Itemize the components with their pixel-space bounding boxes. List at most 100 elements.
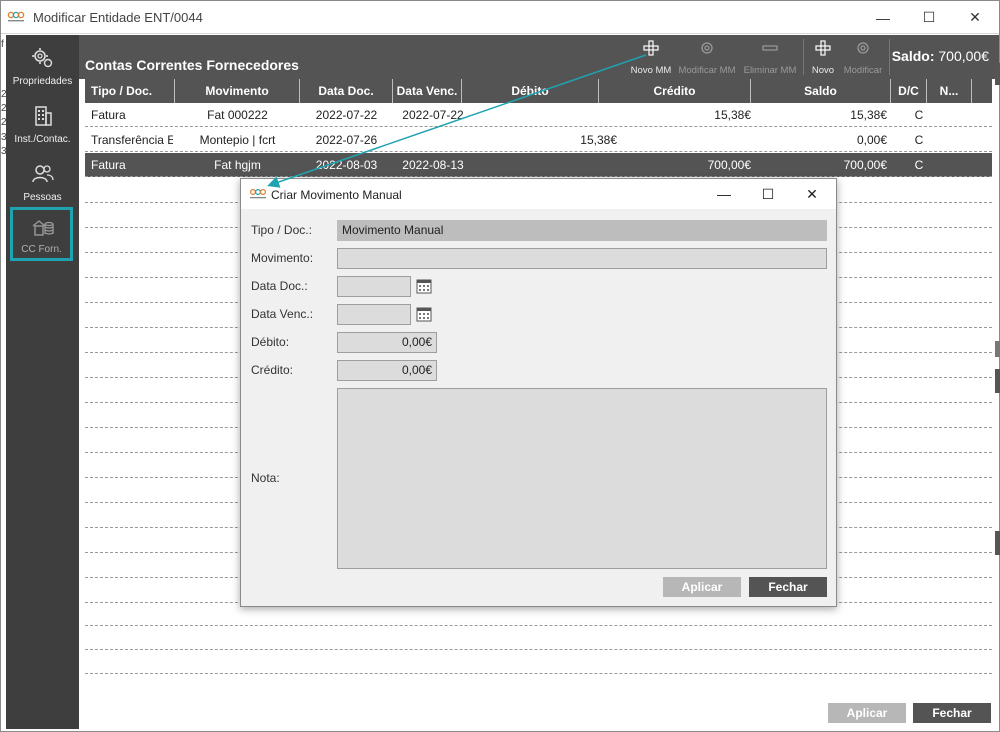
cell-credito: 15,38€: [714, 108, 751, 122]
cell-saldo: 700,00€: [843, 158, 887, 172]
cell-debito: [475, 153, 617, 177]
saldo-value: 700,00€: [938, 48, 989, 64]
modificar-button[interactable]: Modificar: [841, 39, 885, 77]
dialog-title: Criar Movimento Manual: [271, 188, 402, 202]
cell-tipo: Fatura: [91, 158, 126, 172]
toolbar-divider: [889, 39, 890, 75]
nota-label: Nota:: [251, 471, 280, 485]
column-header-movimento[interactable]: Movimento: [175, 79, 300, 103]
novo-label: Novo: [811, 65, 835, 76]
column-header-credito[interactable]: Crédito: [599, 79, 751, 103]
eliminar-mm-label: Eliminar MM: [743, 65, 797, 76]
novo-mm-button[interactable]: Novo MM: [626, 39, 676, 77]
dialog-apply-button[interactable]: Aplicar: [663, 577, 741, 597]
app-logo-icon: [7, 11, 25, 22]
dialog-close-form-button[interactable]: Fechar: [749, 577, 827, 597]
modificar-label: Modificar: [843, 65, 883, 76]
cell-data-venc: 2022-07-22: [402, 108, 464, 122]
column-header-tipo[interactable]: Tipo / Doc.: [85, 79, 175, 103]
people-icon: [32, 165, 54, 183]
close-button[interactable]: ✕: [952, 1, 998, 34]
column-header-data-venc[interactable]: Data Venc.: [393, 79, 462, 103]
maximize-button[interactable]: ☐: [906, 1, 952, 34]
scrollbar-fragment: [995, 531, 1000, 555]
cell-tipo: Transferência E: [91, 133, 173, 147]
cell-movimento: Fat hgjm: [214, 158, 261, 172]
sidebar-item-cc-forn[interactable]: CC Forn.: [10, 207, 73, 261]
column-header-data-doc[interactable]: Data Doc.: [300, 79, 393, 103]
cell-credito: 700,00€: [707, 158, 751, 172]
sidebar: Propriedades Inst./Contac. Pessoas CC Fo…: [6, 35, 79, 729]
toolbar-divider: [803, 39, 804, 75]
data-doc-label: Data Doc.:: [251, 279, 308, 293]
criar-movimento-dialog: Criar Movimento Manual — ☐ ✕ Tipo / Doc.…: [240, 178, 837, 607]
table-row[interactable]: Fatura Fat 000222 2022-07-22 2022-07-22 …: [85, 103, 992, 127]
sidebar-item-label: Propriedades: [12, 76, 73, 87]
novo-button[interactable]: Novo: [807, 39, 839, 77]
minus-icon: [762, 45, 778, 51]
scrollbar-fragment: [995, 63, 1000, 85]
minimize-button[interactable]: —: [860, 1, 906, 34]
sidebar-item-pessoas[interactable]: Pessoas: [6, 155, 79, 213]
cell-data-venc: [393, 128, 473, 152]
calendar-icon[interactable]: [416, 278, 432, 294]
gear-icon: [32, 48, 53, 68]
credito-label: Crédito:: [251, 363, 294, 377]
movimento-input[interactable]: [337, 248, 827, 269]
sidebar-item-propriedades[interactable]: Propriedades: [6, 39, 79, 97]
data-doc-input[interactable]: [337, 276, 411, 297]
close-form-button[interactable]: Fechar: [913, 703, 991, 723]
cell-debito: [475, 103, 617, 127]
cell-data-venc: 2022-08-13: [402, 158, 464, 172]
saldo-label: Saldo:: [891, 48, 935, 64]
modificar-mm-button[interactable]: Modificar MM: [676, 39, 738, 77]
bank-icon: [32, 220, 54, 236]
cell-dc: C: [914, 158, 924, 172]
calendar-icon[interactable]: [416, 306, 432, 322]
cell-tipo: Fatura: [91, 108, 126, 122]
dialog-close-button[interactable]: ✕: [790, 179, 834, 209]
dialog-minimize-button[interactable]: —: [702, 179, 746, 209]
table-row[interactable]: Transferência E Montepio | fcrt 2022-07-…: [85, 128, 992, 152]
nota-textarea[interactable]: [337, 388, 827, 569]
movimento-label: Movimento:: [251, 251, 314, 265]
saldo-display: Saldo: 700,00€: [892, 48, 989, 64]
modificar-mm-label: Modificar MM: [678, 65, 736, 76]
tipo-field: Movimento Manual: [337, 220, 827, 241]
sidebar-item-inst-contac[interactable]: Inst./Contac.: [6, 97, 79, 155]
eliminar-mm-button[interactable]: Eliminar MM: [741, 39, 799, 77]
debito-input[interactable]: 0,00€: [337, 332, 437, 353]
debito-label: Débito:: [251, 335, 290, 349]
cell-data-doc: 2022-07-22: [315, 108, 378, 122]
table-row-selected[interactable]: Fatura Fat hgjm 2022-08-03 2022-08-13 70…: [85, 153, 992, 177]
data-venc-input[interactable]: [337, 304, 411, 325]
novo-mm-label: Novo MM: [630, 65, 672, 76]
sidebar-item-label: CC Forn.: [21, 244, 62, 255]
dialog-maximize-button[interactable]: ☐: [746, 179, 790, 209]
cell-dc: C: [914, 133, 924, 147]
page-title: Contas Correntes Fornecedores: [85, 57, 299, 73]
cell-data-doc: 2022-08-03: [315, 158, 378, 172]
apply-button[interactable]: Aplicar: [828, 703, 906, 723]
window-titlebar: Modificar Entidade ENT/0044 — ☐ ✕: [1, 1, 999, 34]
scrollbar-fragment: [995, 341, 1000, 357]
plus-icon: [643, 40, 659, 56]
empty-row: [85, 625, 992, 626]
data-venc-label: Data Venc.:: [251, 307, 314, 321]
gear-icon: [857, 42, 869, 54]
table-header: Tipo / Doc. Movimento Data Doc. Data Ven…: [85, 79, 992, 103]
building-icon: [35, 106, 52, 126]
column-header-n[interactable]: N...: [927, 79, 972, 103]
column-header-debito[interactable]: Débito: [462, 79, 599, 103]
cell-movimento: Fat 000222: [207, 108, 268, 122]
credito-input[interactable]: 0,00€: [337, 360, 437, 381]
plus-icon: [815, 40, 831, 56]
content-header: Contas Correntes Fornecedores Novo MM Mo…: [79, 35, 999, 79]
dialog-titlebar: Criar Movimento Manual — ☐ ✕: [241, 179, 836, 209]
scrollbar-fragment: [995, 369, 1000, 393]
column-header-saldo[interactable]: Saldo: [751, 79, 891, 103]
app-logo-icon: [249, 188, 267, 199]
column-header-dc[interactable]: D/C: [891, 79, 927, 103]
cell-dc: C: [914, 108, 924, 122]
empty-row: [85, 649, 992, 650]
